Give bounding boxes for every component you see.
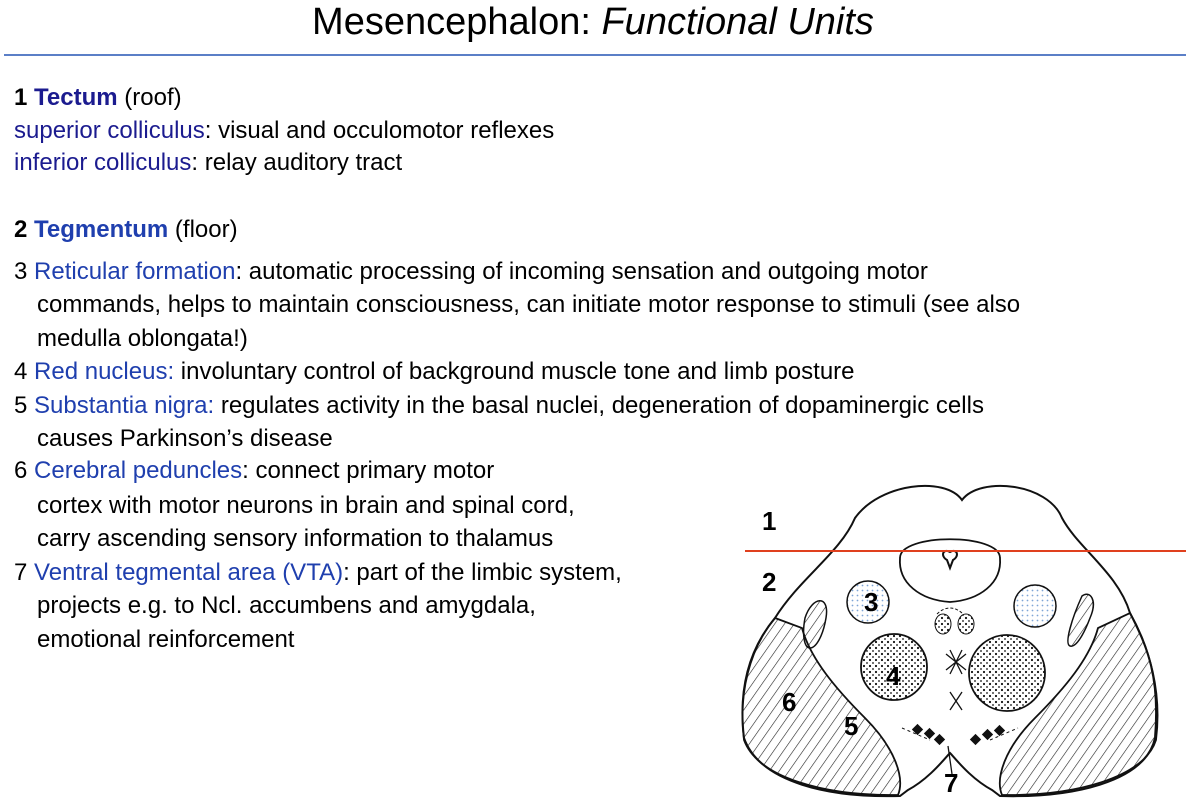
tectum-item: inferior colliculus: relay auditory trac… bbox=[14, 149, 402, 177]
midbrain-cross-section-diagram: 1 2 3 4 5 6 7 bbox=[741, 484, 1186, 798]
item-desc-continued: emotional reinforcement bbox=[37, 626, 295, 653]
tectum-name: Tectum bbox=[34, 84, 118, 111]
tectum-desc: (roof) bbox=[117, 84, 182, 111]
tectum-heading: 1 Tectum (roof) bbox=[14, 84, 182, 112]
list-item-substantia-nigra: 5 Substantia nigra: regulates activity i… bbox=[14, 392, 984, 420]
item-desc: regulates activity in the basal nuclei, … bbox=[214, 392, 984, 419]
item-number: 3 bbox=[14, 258, 28, 285]
item-desc: : connect primary motor bbox=[242, 457, 495, 484]
label-7: 7 bbox=[944, 768, 958, 798]
item-term: Reticular formation bbox=[34, 258, 236, 285]
item-desc-continued: commands, helps to maintain consciousnes… bbox=[37, 291, 1021, 318]
item-number: 6 bbox=[14, 457, 28, 484]
list-item-reticular-formation: 3 Reticular formation: automatic process… bbox=[14, 258, 928, 286]
inferior-colliculus-desc: : relay auditory tract bbox=[191, 149, 403, 176]
page-title: Mesencephalon: Functional Units bbox=[0, 2, 1186, 42]
tegmentum-number: 2 bbox=[14, 216, 28, 243]
label-5: 5 bbox=[844, 711, 858, 741]
label-6: 6 bbox=[782, 687, 796, 717]
label-1: 1 bbox=[762, 506, 776, 536]
tegmentum-desc: (floor) bbox=[168, 216, 238, 243]
item-desc-continued: medulla oblongata!) bbox=[37, 325, 248, 352]
label-2: 2 bbox=[762, 567, 776, 597]
item-number: 5 bbox=[14, 392, 28, 419]
item-desc-continued: cortex with motor neurons in brain and s… bbox=[37, 492, 575, 519]
tegmentum-heading: 2 Tegmentum (floor) bbox=[14, 216, 238, 244]
title-italic: Functional Units bbox=[601, 1, 874, 43]
item-desc: : automatic processing of incoming sensa… bbox=[235, 258, 928, 285]
inferior-colliculus-term: inferior colliculus bbox=[14, 149, 192, 176]
tegmentum-name: Tegmentum bbox=[34, 216, 169, 243]
tectum-item: superior colliculus: visual and occulomo… bbox=[14, 117, 554, 145]
title-divider bbox=[4, 54, 1186, 56]
list-item-cerebral-peduncles: 6 Cerebral peduncles: connect primary mo… bbox=[14, 457, 494, 485]
item-desc-continued: carry ascending sensory information to t… bbox=[37, 525, 554, 552]
superior-colliculus-term: superior colliculus bbox=[14, 117, 205, 144]
superior-colliculus-desc: : visual and occulomotor reflexes bbox=[204, 117, 555, 144]
item-desc: : part of the limbic system, bbox=[343, 559, 622, 586]
item-number: 4 bbox=[14, 358, 28, 385]
tectum-number: 1 bbox=[14, 84, 28, 111]
title-main: Mesencephalon: bbox=[312, 1, 602, 43]
item-term: Substantia nigra: bbox=[34, 392, 215, 419]
item-term: Cerebral peduncles bbox=[34, 457, 243, 484]
label-3: 3 bbox=[864, 587, 878, 617]
list-item-red-nucleus: 4 Red nucleus: involuntary control of ba… bbox=[14, 358, 855, 386]
item-desc-continued: causes Parkinson’s disease bbox=[37, 425, 333, 452]
item-desc: involuntary control of background muscle… bbox=[174, 358, 855, 385]
label-4: 4 bbox=[886, 661, 901, 691]
list-item-vta: 7 Ventral tegmental area (VTA): part of … bbox=[14, 559, 622, 587]
item-number: 7 bbox=[14, 559, 28, 586]
item-term: Red nucleus: bbox=[34, 358, 175, 385]
item-desc-continued: projects e.g. to Ncl. accumbens and amyg… bbox=[37, 592, 536, 619]
item-term: Ventral tegmental area (VTA) bbox=[34, 559, 344, 586]
